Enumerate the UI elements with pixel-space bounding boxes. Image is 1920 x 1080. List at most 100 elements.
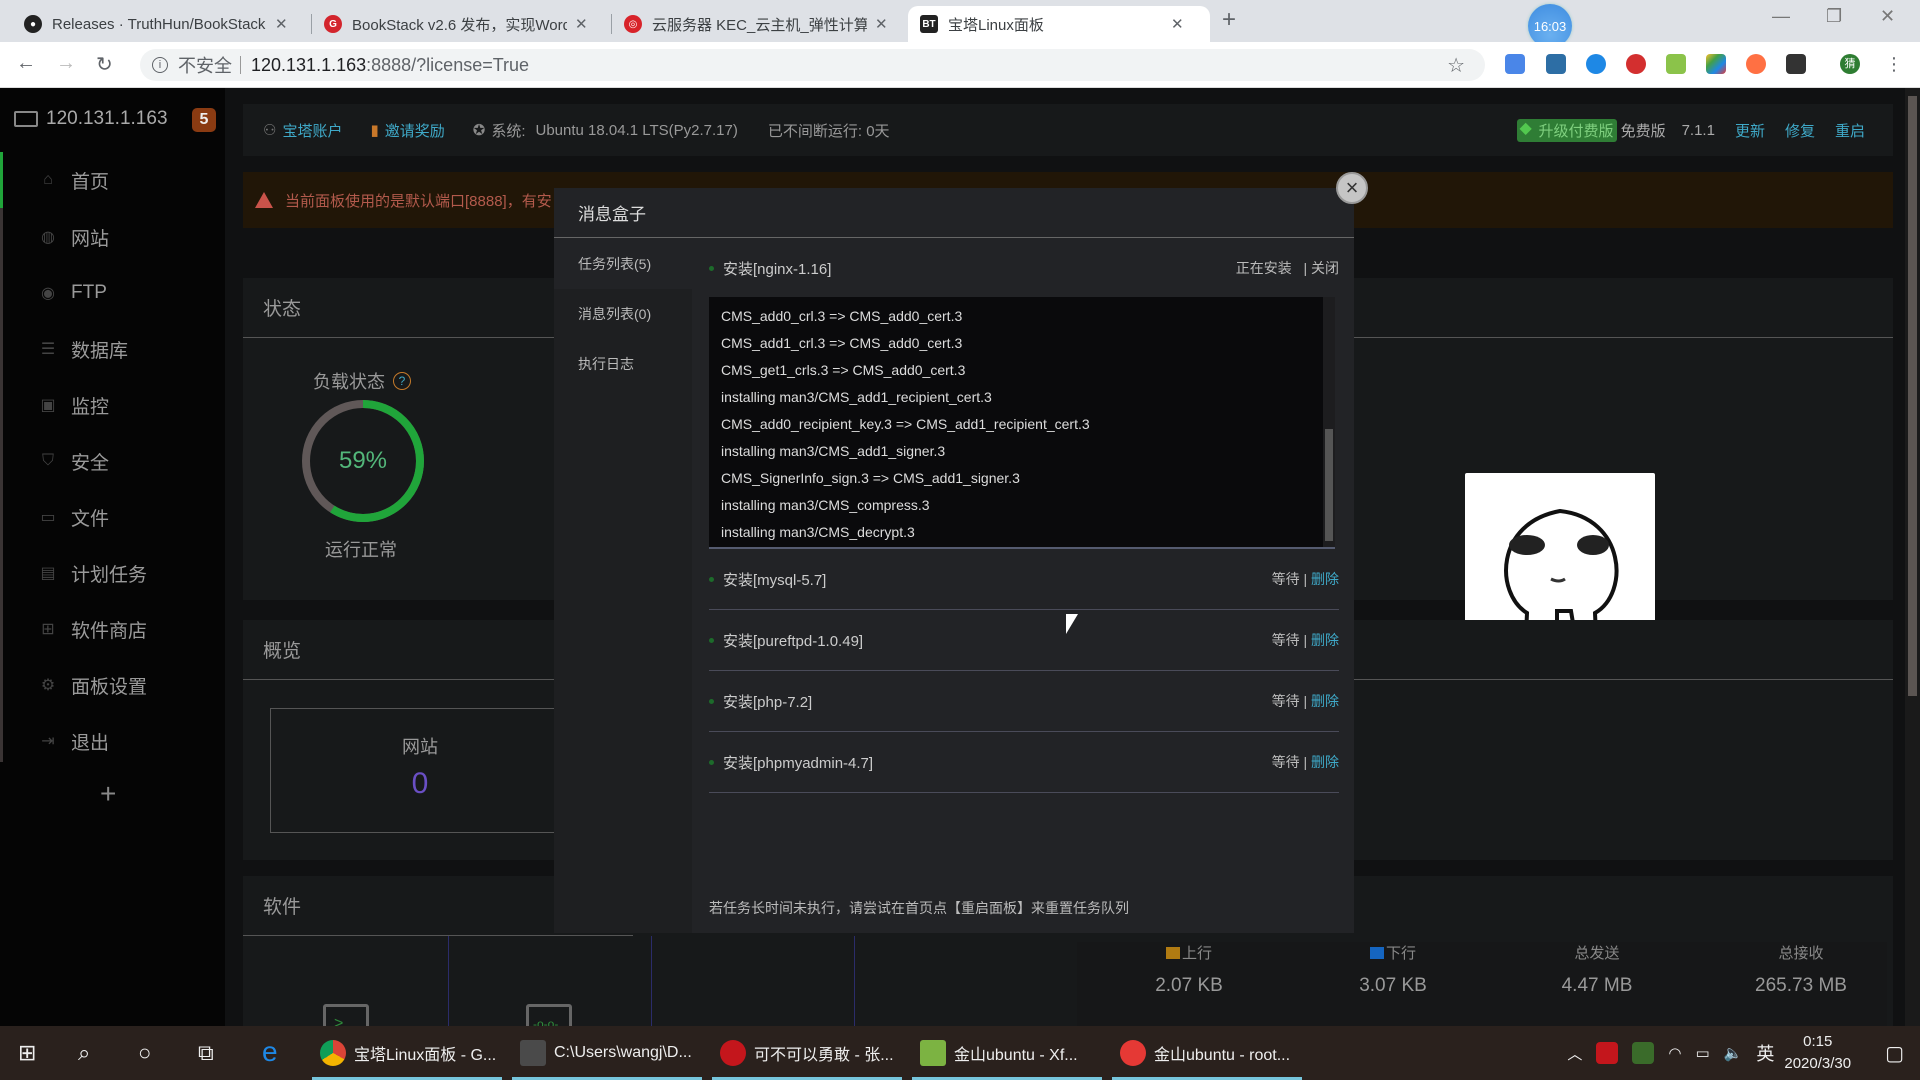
clock-date: 2020/3/30 [1784, 1055, 1852, 1072]
sidebar-item-website[interactable]: ◍ 网站 [0, 209, 225, 265]
tab-title: Releases · TruthHun/BookStack [52, 15, 266, 33]
repair-link[interactable]: 修复 [1785, 120, 1815, 141]
bt-account-link[interactable]: ⚇ 宝塔账户 [263, 120, 342, 141]
restore-button[interactable]: ❐ [1826, 6, 1842, 27]
task-name: 安装[php-7.2] [723, 693, 813, 711]
tab-exec-log[interactable]: 执行日志 [554, 339, 692, 389]
minimize-button[interactable]: — [1772, 6, 1790, 27]
bookmark-star-icon[interactable]: ☆ [1447, 53, 1465, 78]
system-clock[interactable]: 0:15 2020/3/30 [1784, 1031, 1851, 1075]
taskbar-app-music[interactable]: 可不可以勇敢 - 张... [712, 1026, 902, 1080]
color-extension-icon[interactable] [1706, 54, 1726, 74]
tab-task-list[interactable]: 任务列表(5) [554, 239, 692, 289]
site-count-card[interactable]: 网站 0 [270, 708, 570, 833]
battery-icon[interactable]: ▭ [1695, 1044, 1709, 1062]
close-task-link[interactable]: | 关闭 [1303, 260, 1339, 276]
upgrade-button[interactable]: 升级付费版 [1516, 118, 1617, 142]
install-log[interactable]: CMS_add0_crl.3 => CMS_add0_cert.3 CMS_ad… [709, 297, 1335, 549]
log-scrollbar-thumb[interactable] [1325, 429, 1333, 541]
sidebar-item-ftp[interactable]: ◉ FTP [0, 265, 225, 321]
wifi-icon[interactable]: ◠ [1668, 1044, 1681, 1062]
windows-start-icon[interactable]: ⊞ [18, 1040, 36, 1066]
sidebar-item-home[interactable]: ⌂ 首页 [0, 152, 225, 208]
invite-reward-link[interactable]: ▮ 邀请奖励 [370, 120, 444, 141]
edge-icon[interactable]: e [262, 1036, 278, 1068]
grid-icon: ⊞ [41, 621, 55, 638]
browser-tab[interactable]: G BookStack v2.6 发布，实现Word ✕ [312, 6, 612, 42]
sidebar-item-logout[interactable]: ⇥ 退出 [0, 713, 225, 769]
tab-title: BookStack v2.6 发布，实现Word [352, 16, 567, 34]
volume-icon[interactable]: 🔈 [1724, 1044, 1743, 1062]
sidebar-item-label: 文件 [71, 508, 110, 530]
netease-tray-icon[interactable] [1596, 1042, 1619, 1064]
taskbar-app-xftp[interactable]: 金山ubuntu - Xf... [912, 1026, 1102, 1080]
load-gauge[interactable]: 59% [298, 396, 428, 526]
taskbar-app-sublime[interactable]: C:\Users\wangj\D... [512, 1026, 702, 1080]
action-center-icon[interactable]: ▢ [1885, 1041, 1904, 1066]
sidebar-item-settings[interactable]: ⚙ 面板设置 [0, 657, 225, 713]
close-window-button[interactable]: ✕ [1880, 6, 1895, 27]
top-info-bar: ⚇ 宝塔账户 ▮ 邀请奖励 ✪ 系统: Ubuntu 18.04.1 LTS(Py2.7… [243, 104, 1893, 156]
task-view-icon[interactable]: ⧉ [198, 1040, 214, 1066]
info-icon[interactable]: i [152, 57, 168, 73]
browser-menu-icon[interactable]: ⋮ [1884, 54, 1904, 74]
browser-tab[interactable]: ● Releases · TruthHun/BookStack ✕ [12, 6, 312, 42]
close-tab-icon[interactable]: ✕ [875, 15, 888, 33]
version-actions: 升级付费版 免费版 7.1.1 更新 修复 重启 [1516, 104, 1865, 156]
scrollbar-thumb[interactable] [1908, 96, 1917, 696]
back-button[interactable]: ← [16, 52, 36, 75]
browser-tab-active[interactable]: BT 宝塔Linux面板 ✕ [908, 6, 1210, 42]
infinity-extension-icon[interactable] [1746, 54, 1766, 74]
reload-button[interactable]: ↻ [96, 52, 113, 77]
help-icon[interactable]: ? [393, 372, 411, 390]
sidebar-item-files[interactable]: ▭ 文件 [0, 489, 225, 545]
search-icon[interactable]: ⌕ [78, 1040, 90, 1066]
sidebar-item-monitor[interactable]: ▣ 监控 [0, 377, 225, 433]
update-link[interactable]: 更新 [1735, 120, 1765, 141]
taskbar-app-chrome[interactable]: 宝塔Linux面板 - G... [312, 1026, 502, 1080]
server-host: 120.131.1.163 [14, 108, 168, 130]
close-tab-icon[interactable]: ✕ [575, 15, 588, 33]
modal-close-button[interactable]: × [1336, 172, 1368, 204]
forward-button[interactable]: → [56, 52, 76, 75]
xftp-icon [920, 1040, 946, 1066]
sidebar-item-appstore[interactable]: ⊞ 软件商店 [0, 601, 225, 657]
address-bar[interactable]: i 不安全 120.131.1.163 :8888/?license=True … [140, 49, 1485, 81]
page-scrollbar[interactable] [1905, 88, 1920, 1026]
sidebar-item-security[interactable]: ⛉ 安全 [0, 433, 225, 489]
net-label: 总发送 [1574, 945, 1620, 962]
status-dot [709, 759, 714, 765]
taskbar-app-xshell[interactable]: 金山ubuntu - root... [1112, 1026, 1302, 1080]
site-count-label: 网站 [402, 737, 438, 757]
new-tab-button[interactable]: + [1222, 6, 1236, 34]
net-label: 下行 [1385, 945, 1416, 962]
browser-tab[interactable]: ◎ 云服务器 KEC_云主机_弹性计算_ ✕ [612, 6, 912, 42]
show-hidden-icons[interactable]: ︿ [1567, 1043, 1582, 1064]
sidebar-item-cron[interactable]: ▤ 计划任务 [0, 545, 225, 601]
close-tab-icon[interactable]: ✕ [275, 15, 288, 33]
delete-task-link[interactable]: 删除 [1311, 571, 1339, 587]
incognito-extension-icon[interactable] [1786, 54, 1806, 74]
profile-avatar[interactable]: 猜 [1840, 54, 1860, 74]
restart-link[interactable]: 重启 [1835, 120, 1865, 141]
ime-indicator[interactable]: 英 [1756, 1040, 1774, 1066]
search-extension-icon[interactable] [1586, 54, 1606, 74]
adblock-extension-icon[interactable] [1626, 54, 1646, 74]
add-button[interactable]: + [100, 778, 116, 810]
tab-message-list[interactable]: 消息列表(0) [554, 289, 692, 339]
delete-task-link[interactable]: 删除 [1311, 693, 1339, 709]
tab-title: 宝塔Linux面板 [948, 16, 1044, 34]
message-box-modal: 消息盒子 任务列表(5) 消息列表(0) 执行日志 安装[nginx-1.16]… [554, 188, 1354, 933]
close-tab-icon[interactable]: ✕ [1171, 15, 1184, 33]
log-scrollbar[interactable] [1323, 297, 1335, 547]
sidebar-item-database[interactable]: ☰ 数据库 [0, 321, 225, 377]
url-host: 120.131.1.163 [251, 54, 367, 75]
delete-task-link[interactable]: 删除 [1311, 754, 1339, 770]
delete-task-link[interactable]: 删除 [1311, 632, 1339, 648]
cortana-icon[interactable]: ○ [138, 1040, 151, 1066]
gecko-extension-icon[interactable] [1666, 54, 1686, 74]
google-translate-extension-icon[interactable] [1505, 54, 1525, 74]
s-extension-icon[interactable] [1546, 54, 1566, 74]
nvidia-tray-icon[interactable] [1632, 1042, 1655, 1064]
notification-badge[interactable]: 5 [192, 108, 216, 132]
